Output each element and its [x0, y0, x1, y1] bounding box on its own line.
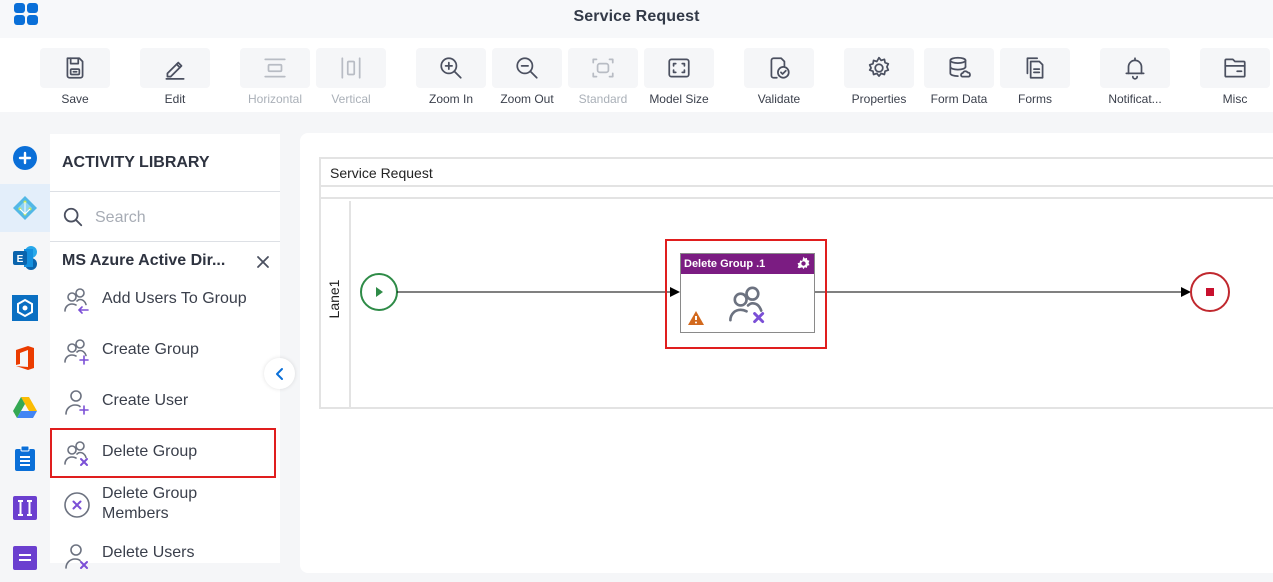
gear-icon[interactable]: [796, 256, 811, 271]
task-delete-group[interactable]: Delete Group .1: [680, 253, 815, 333]
flow-layer: [360, 272, 1230, 312]
task-name: Delete Group .1: [684, 258, 766, 270]
end-event[interactable]: [1190, 272, 1230, 312]
task-header: Delete Group .1: [681, 254, 814, 274]
warning-icon[interactable]: [687, 310, 705, 326]
delete-group-icon: [729, 286, 765, 324]
start-event[interactable]: [360, 273, 398, 311]
